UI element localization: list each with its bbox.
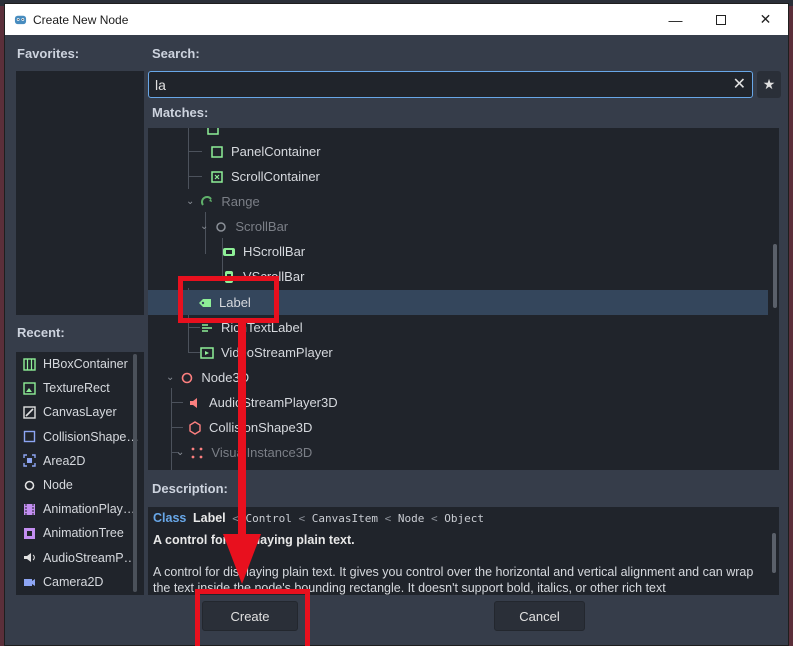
annotation-highlight-label [178,276,279,323]
recent-item[interactable]: Camera2D [16,570,144,594]
chevron-down-icon[interactable]: ⌄ [176,447,184,458]
annotation-arrow-head-icon [223,534,261,584]
panel-container-icon [210,145,224,159]
class-name: Label [192,511,226,525]
inherit-link[interactable]: Control [246,512,292,525]
inherit-link[interactable]: CanvasItem [312,512,378,525]
chevron-down-icon[interactable]: ⌄ [186,196,194,207]
recent-item[interactable]: TextureRect [16,376,144,400]
canvas-layer-icon [23,406,36,419]
annotation-highlight-create [195,589,310,646]
recent-item-label: AnimationTree [43,526,124,541]
node3d-icon [180,371,194,385]
clear-search-icon[interactable]: ✕ [733,74,746,94]
recent-label: Recent: [17,325,65,340]
tree-row[interactable]: HScrollBar [148,239,768,264]
video-stream-player-icon [200,346,214,360]
recent-item-label: TextureRect [43,381,110,396]
tree-row[interactable]: ⌄ ScrollBar [148,214,768,239]
tree-row-label: VisualInstance3D [211,445,313,460]
search-label: Search: [152,46,200,61]
description-scrollbar[interactable] [772,533,776,573]
recent-item[interactable]: Area2D [16,449,144,473]
recent-item-label: Area2D [43,453,86,468]
tree-row-label: HScrollBar [243,244,306,259]
camera2d-icon [23,575,36,588]
recent-item[interactable]: CanvasLayer [16,400,144,424]
star-icon: ★ [762,76,776,92]
description-label: Description: [152,481,228,496]
animation-player-icon [23,503,36,516]
search-box: ✕ [148,71,753,98]
matches-label: Matches: [152,105,209,120]
window-title: Create New Node [33,12,129,27]
title-bar: Create New Node — ✕ [5,4,788,35]
hscrollbar-icon [222,245,236,259]
favorites-label: Favorites: [17,46,80,61]
scrollbar-icon [214,220,228,234]
close-button[interactable]: ✕ [743,4,788,35]
area2d-icon [23,454,36,468]
tree-row-label: ScrollContainer [231,169,320,184]
recent-item-label: HBoxContainer [43,357,128,372]
collision-shape-3d-icon [188,420,202,435]
visual-instance-3d-icon [190,446,204,460]
tree-row-label: PanelContainer [231,144,321,159]
recent-item[interactable]: AudioStreamP… [16,546,144,570]
inherit-link[interactable]: Node [398,512,425,525]
recent-item-label: AnimationPlay… [43,502,136,517]
audio-stream-player-3d-icon [188,396,202,410]
inherit-link[interactable]: Object [444,512,484,525]
class-hierarchy: Class Label < Control < CanvasItem < Nod… [153,511,484,525]
recent-list: HBoxContainer TextureRect CanvasLayer Co… [16,352,144,595]
favorites-list[interactable] [16,71,144,315]
recent-scrollbar[interactable] [133,354,137,592]
tree-row-label: ScrollBar [235,219,289,234]
collision-shape-2d-icon [23,430,36,443]
recent-item-label: Camera2D [43,574,104,589]
cancel-button[interactable]: Cancel [494,601,585,631]
tree-row[interactable]: PanelContainer [148,139,768,164]
annotation-arrow-shaft [238,322,246,537]
recent-item-label: Node [43,478,73,493]
recent-item-label: CollisionShape… [43,429,139,444]
minimize-button[interactable]: — [653,4,698,35]
create-node-dialog: Create New Node — ✕ Favorites: Search: ✕… [4,3,789,646]
animation-tree-icon [23,527,36,540]
recent-item[interactable]: HBoxContainer [16,352,144,376]
node-icon [23,479,36,492]
class-keyword: Class [153,511,187,525]
tree-row[interactable]: ⌄ Range [148,189,768,214]
tree-row-label: AudioStreamPlayer3D [209,395,338,410]
chevron-down-icon[interactable]: ⌄ [200,221,208,232]
tree-scrollbar[interactable] [773,244,777,308]
recent-item-label: AudioStreamP… [43,550,137,565]
range-icon [200,195,214,209]
tree-row[interactable]: ScrollContainer [148,164,768,189]
recent-item[interactable]: AnimationPlay… [16,497,144,521]
scroll-container-icon [210,170,224,184]
godot-logo-icon [14,15,27,25]
tree-row-label: Range [221,194,260,209]
audio-stream-player-icon [23,551,36,564]
close-icon: ✕ [759,11,772,27]
search-input[interactable] [155,74,715,95]
recent-item-label: CanvasLayer [43,405,117,420]
chevron-down-icon[interactable]: ⌄ [166,372,174,383]
hbox-container-icon [23,357,36,371]
recent-item[interactable]: AnimationTree [16,521,144,545]
maximize-button[interactable] [698,4,743,35]
maximize-icon [715,14,726,25]
texture-rect-icon [23,382,36,395]
recent-item[interactable]: CollisionShape… [16,425,144,449]
control-icon [206,128,220,136]
tree-row-label: CollisionShape3D [209,420,313,435]
minimize-icon: — [668,11,683,28]
favorite-star-button[interactable]: ★ [757,71,781,98]
recent-item[interactable]: Node [16,473,144,497]
